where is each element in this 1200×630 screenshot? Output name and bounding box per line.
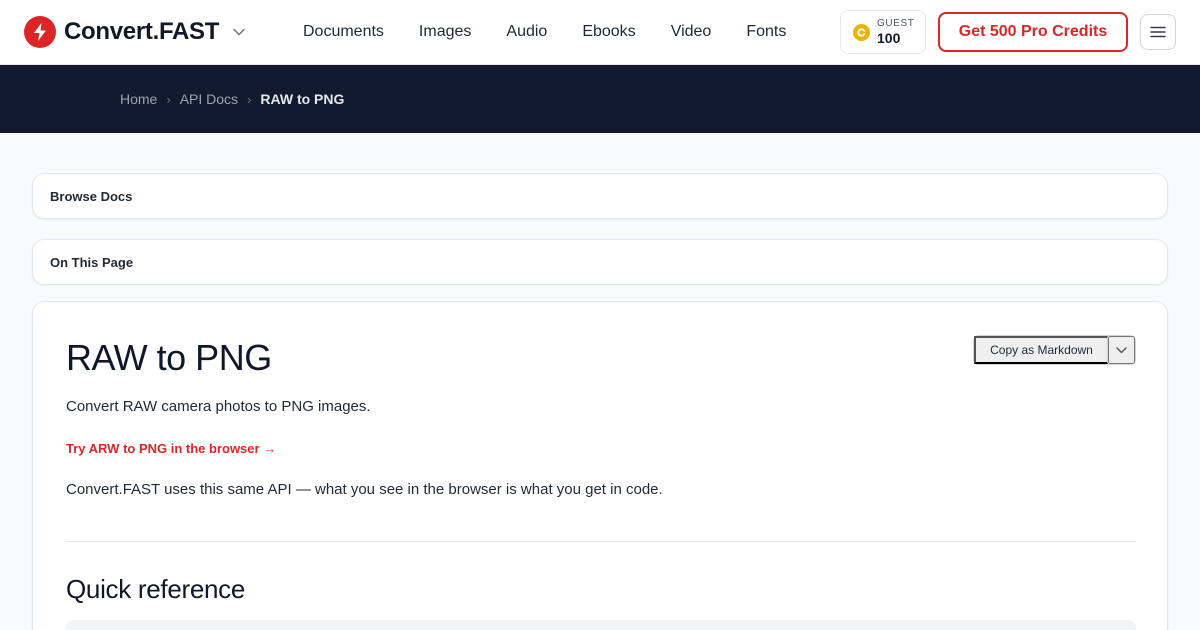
breadcrumb-api-docs[interactable]: API Docs xyxy=(180,91,238,107)
chevron-down-icon[interactable] xyxy=(233,28,245,36)
breadcrumb-separator-icon: › xyxy=(247,91,252,107)
hamburger-menu-icon[interactable] xyxy=(1140,14,1176,50)
browse-docs-toggle[interactable]: Browse Docs xyxy=(32,173,1168,219)
try-in-browser-link[interactable]: Try ARW to PNG in the browser → xyxy=(66,441,276,456)
page-title: RAW to PNG xyxy=(66,337,272,378)
breadcrumb-separator-icon: › xyxy=(166,91,171,107)
copy-as-markdown-button[interactable]: Copy as Markdown xyxy=(974,336,1108,364)
credits-badge[interactable]: GUEST 100 xyxy=(840,10,926,54)
breadcrumb-current: RAW to PNG xyxy=(260,91,345,107)
bolt-logo-icon xyxy=(24,16,56,48)
nav-item-images[interactable]: Images xyxy=(419,23,471,41)
breadcrumb-bar: Home › API Docs › RAW to PNG xyxy=(0,65,1200,133)
section-divider xyxy=(66,541,1136,542)
brand-logo[interactable]: Convert.FAST xyxy=(24,14,245,50)
credits-value: 100 xyxy=(877,30,901,46)
breadcrumb-home[interactable]: Home xyxy=(120,91,157,107)
nav-item-fonts[interactable]: Fonts xyxy=(746,23,786,41)
nav-item-audio[interactable]: Audio xyxy=(506,23,547,41)
doc-content-card: RAW to PNG Copy as Markdown Convert RAW … xyxy=(32,301,1168,630)
quick-reference-box xyxy=(66,620,1136,630)
breadcrumb: Home › API Docs › RAW to PNG xyxy=(120,89,344,109)
nav-item-ebooks[interactable]: Ebooks xyxy=(582,23,635,41)
quick-reference-heading: Quick reference xyxy=(66,574,246,604)
credits-text: GUEST 100 xyxy=(877,18,914,46)
coin-icon xyxy=(853,23,870,41)
main-nav: Documents Images Audio Ebooks Video Font… xyxy=(303,0,821,64)
top-navigation-bar: Convert.FAST Documents Images Audio Eboo… xyxy=(0,0,1200,65)
credits-label: GUEST xyxy=(877,18,915,29)
on-this-page-toggle[interactable]: On This Page xyxy=(32,239,1168,285)
brand-name: Convert.FAST xyxy=(64,18,220,45)
page-description: Convert RAW camera photos to PNG images. xyxy=(66,398,371,415)
api-note: Convert.FAST uses this same API — what y… xyxy=(66,481,663,498)
nav-item-video[interactable]: Video xyxy=(671,23,712,41)
nav-item-documents[interactable]: Documents xyxy=(303,23,384,41)
get-pro-credits-button[interactable]: Get 500 Pro Credits xyxy=(938,12,1128,52)
copy-markdown-group: Copy as Markdown xyxy=(973,335,1136,365)
chevron-down-icon[interactable] xyxy=(1108,336,1135,364)
